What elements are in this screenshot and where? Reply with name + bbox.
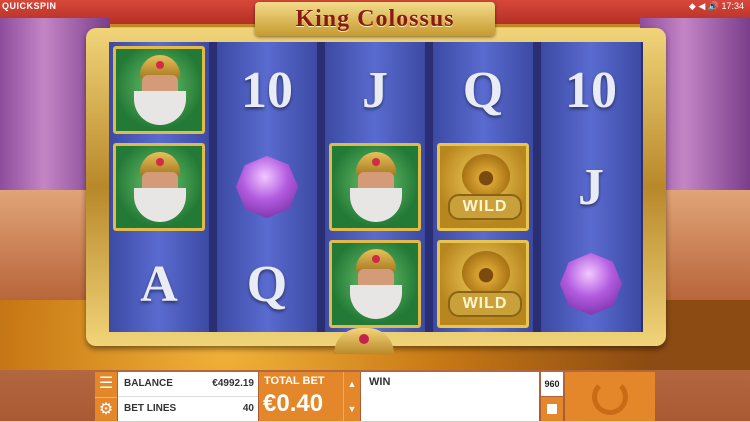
reel-cell: Q <box>217 236 317 332</box>
spin-arrow-icon <box>592 379 628 415</box>
reel-4: Q WILD WILD <box>433 42 533 332</box>
reel-cell <box>325 139 425 235</box>
lion-icon <box>462 251 510 295</box>
card-symbol: 10 <box>241 61 293 119</box>
chevron-down-icon: ▼ <box>347 404 357 414</box>
card-symbol: 10 <box>565 61 617 119</box>
menu-icon: ☰ <box>98 375 114 392</box>
menu-button[interactable]: ☰ <box>95 372 117 396</box>
card-symbol: Q <box>462 61 504 119</box>
win-label: WIN <box>369 376 391 388</box>
bet-lines-row: BET LINES 40 <box>118 397 258 421</box>
reel-5: 10 J <box>541 42 641 332</box>
reel-cell: Q <box>433 42 533 138</box>
status-icons: ◆ ◀ 🔊 <box>688 1 719 11</box>
reel-cell: 10 <box>541 42 641 138</box>
settings-button[interactable]: ⚙ <box>95 397 117 422</box>
spin-button[interactable] <box>565 372 655 421</box>
status-bar: ◆ ◀ 🔊 17:34 <box>689 1 744 12</box>
reel-cell <box>325 236 425 332</box>
reel-3: J <box>325 42 425 332</box>
balance-row: BALANCE €4992.19 <box>118 372 258 397</box>
menu-column: ☰ ⚙ <box>95 372 117 421</box>
total-bet-value: €0.40 <box>263 390 324 417</box>
purple-gem-symbol <box>229 149 305 225</box>
bet-stepper: ▲ ▼ <box>343 372 360 421</box>
reel-cell: WILD <box>433 139 533 235</box>
reel-cell: WILD <box>433 236 533 332</box>
reel-cell: J <box>541 139 641 235</box>
chevron-up-icon: ▲ <box>347 379 357 389</box>
wild-label: WILD <box>448 194 522 220</box>
bet-increase-button[interactable]: ▲ <box>344 372 360 396</box>
king-symbol <box>113 143 205 231</box>
king-symbol <box>113 46 205 134</box>
win-box: WIN <box>361 372 539 421</box>
reel-cell <box>109 42 209 138</box>
purple-gem-symbol <box>553 246 629 322</box>
total-bet-label: TOTAL BET <box>264 375 325 387</box>
gear-icon: ⚙ <box>98 401 114 418</box>
reel-cell <box>541 236 641 332</box>
slot-frame: A 10 Q J Q WILD WILD 10 J <box>86 28 666 354</box>
autoplay-count[interactable]: 960 <box>541 372 563 396</box>
card-symbol: Q <box>246 255 288 313</box>
wild-label: WILD <box>448 291 522 317</box>
balance-value: €4992.19 <box>212 378 254 389</box>
reel-cell <box>109 139 209 235</box>
clock: 17:34 <box>721 1 744 11</box>
stop-icon <box>547 404 557 414</box>
total-bet-box: TOTAL BET €0.40 <box>259 372 343 421</box>
reel-cell: A <box>109 236 209 332</box>
reel-cell: 10 <box>217 42 317 138</box>
reel-cell <box>217 139 317 235</box>
game-title: King Colossus <box>295 6 455 32</box>
reel-1: A <box>109 42 209 332</box>
card-symbol: A <box>140 255 178 313</box>
bet-lines-value: 40 <box>242 403 254 414</box>
king-symbol <box>329 143 421 231</box>
card-symbol: J <box>578 158 604 216</box>
lion-wild-symbol: WILD <box>437 143 529 231</box>
lion-icon <box>462 154 510 198</box>
info-panel: BALANCE €4992.19 BET LINES 40 <box>118 372 258 421</box>
king-symbol <box>329 240 421 328</box>
card-symbol: J <box>362 61 388 119</box>
bet-lines-label: BET LINES <box>124 403 177 414</box>
reel-cell: J <box>325 42 425 138</box>
lion-wild-symbol: WILD <box>437 240 529 328</box>
stop-button[interactable] <box>541 397 563 421</box>
balance-label: BALANCE <box>124 378 173 389</box>
game-title-plaque: King Colossus <box>255 2 495 36</box>
reel-area: A 10 Q J Q WILD WILD 10 J <box>109 42 643 332</box>
brand-logo: QUICKSPIN <box>2 1 57 11</box>
reel-2: 10 Q <box>217 42 317 332</box>
bet-decrease-button[interactable]: ▼ <box>344 397 360 421</box>
